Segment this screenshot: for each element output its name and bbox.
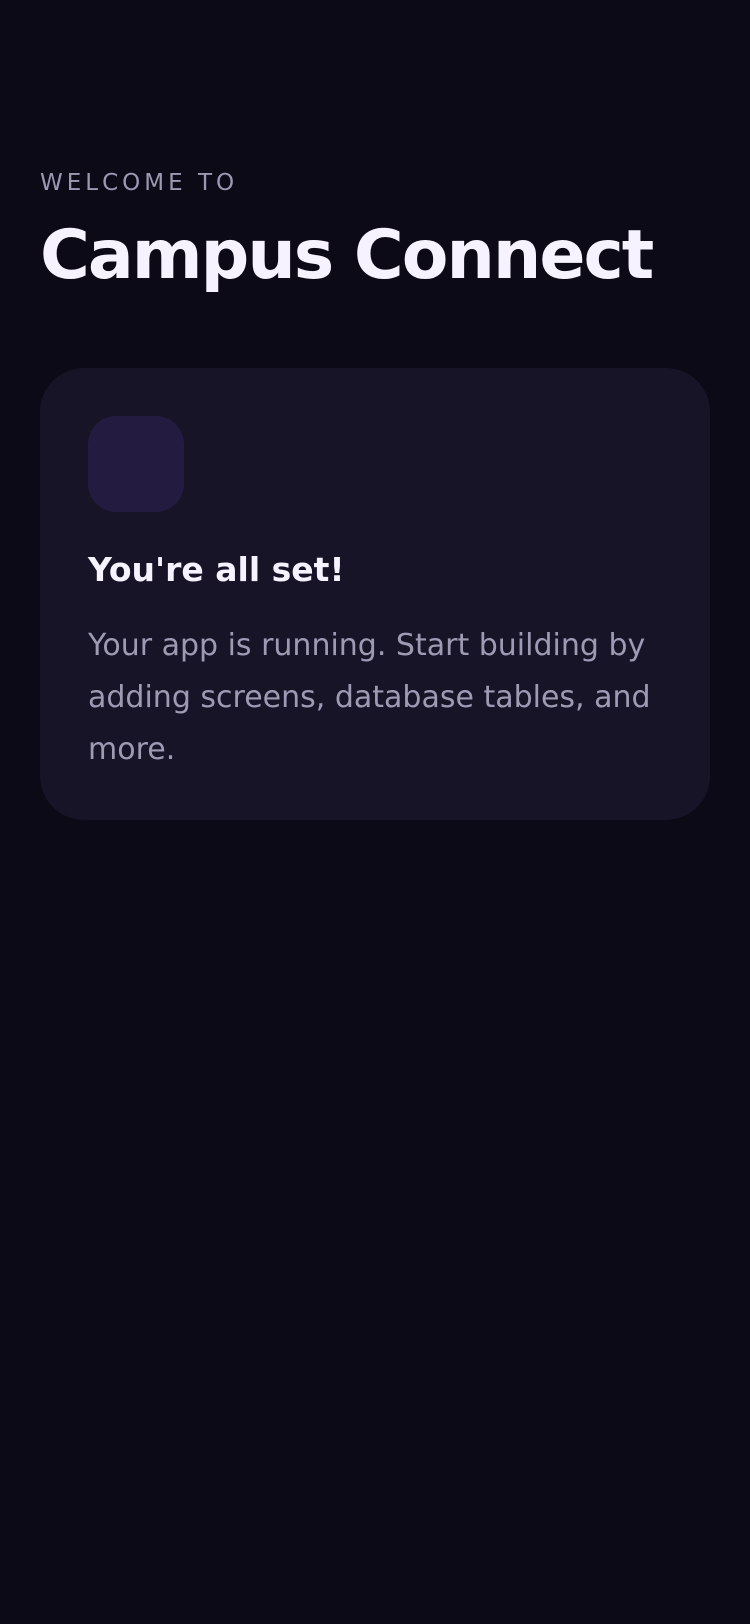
welcome-screen: WELCOME TO Campus Connect You're all set… [0,0,750,1624]
status-card: You're all set! Your app is running. Sta… [40,368,710,820]
app-title: Campus Connect [40,216,654,295]
app-icon [88,416,184,512]
welcome-eyebrow: WELCOME TO [40,170,239,196]
status-heading: You're all set! [88,550,345,589]
status-description: Your app is running. Start building by a… [88,628,651,767]
